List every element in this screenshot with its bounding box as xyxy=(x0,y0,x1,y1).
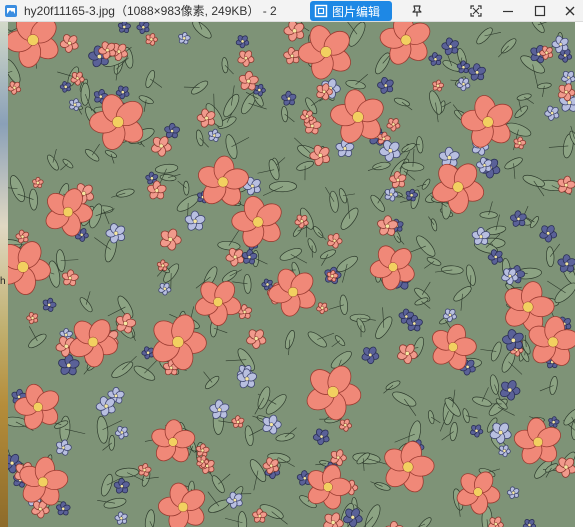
desktop-sidebar-glyph: h xyxy=(0,276,6,287)
pin-icon xyxy=(410,4,424,18)
image-edit-label: 图片编辑 xyxy=(332,4,381,19)
window-bottom-edge xyxy=(0,527,583,532)
window-titlebar: hy20f11165-3.jpg（1088×983像素, 249KB） - 2 … xyxy=(0,0,583,22)
image-edit-button[interactable]: 图片编辑 xyxy=(310,1,392,21)
maximize-icon xyxy=(533,4,547,18)
image-file-icon xyxy=(4,4,18,18)
floral-pattern-image[interactable] xyxy=(8,22,575,532)
minimize-button[interactable] xyxy=(497,1,519,21)
close-icon xyxy=(563,4,577,18)
window-title: hy20f11165-3.jpg（1088×983像素, 249KB） - 2 xyxy=(24,4,277,18)
fullscreen-icon xyxy=(469,4,483,18)
fullscreen-button[interactable] xyxy=(465,1,487,21)
floral-pattern-canvas xyxy=(8,22,575,532)
image-edit-icon xyxy=(314,4,328,18)
close-button[interactable] xyxy=(559,1,581,21)
pin-button[interactable] xyxy=(406,1,428,21)
window-right-edge xyxy=(575,22,583,532)
maximize-button[interactable] xyxy=(529,1,551,21)
minimize-icon xyxy=(501,4,515,18)
